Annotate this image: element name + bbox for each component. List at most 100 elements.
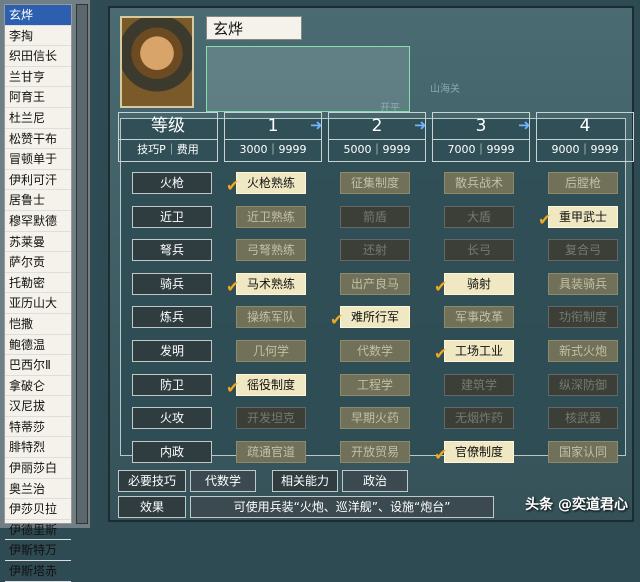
- ruler-list-item[interactable]: 奥兰治: [5, 479, 71, 500]
- level-header: 2 5000｜9999: [328, 112, 426, 162]
- ruler-sidebar: 玄烨 李掏 织田信长 兰甘亨 阿育王 杜兰尼 松赞干布 冒顿单于 伊利可汗 居鲁士 穆罕默德 苏莱曼萨…: [0, 0, 92, 582]
- sidebar-scrollbar[interactable]: [76, 4, 88, 524]
- tech-button[interactable]: 难所行军: [340, 306, 410, 329]
- related-ability-label: 相关能力: [272, 470, 338, 492]
- ruler-list-item[interactable]: 巴西尔Ⅱ: [5, 355, 71, 376]
- ruler-list-item[interactable]: 兰甘亨: [5, 67, 71, 88]
- ruler-list-item[interactable]: 居鲁士: [5, 190, 71, 211]
- ruler-list-item[interactable]: 拿破仑: [5, 376, 71, 397]
- tech-button[interactable]: 弓弩熟练: [236, 239, 306, 262]
- tech-button[interactable]: 建筑学: [444, 373, 514, 396]
- tech-button[interactable]: 还射: [340, 239, 410, 262]
- tech-button[interactable]: 代数学: [340, 340, 410, 362]
- level-cost: 9000｜9999: [537, 139, 633, 160]
- tech-button[interactable]: 重甲武士: [548, 205, 618, 228]
- level-header: 3 7000｜9999: [432, 112, 530, 162]
- ruler-list-item[interactable]: 汉尼拔: [5, 396, 71, 417]
- category-label: 近卫: [132, 205, 212, 228]
- tech-button[interactable]: 骑射: [444, 272, 514, 295]
- tech-button[interactable]: 大盾: [444, 205, 514, 228]
- tech-button[interactable]: 开放贸易: [340, 440, 410, 463]
- ruler-list-item[interactable]: 亚历山大: [5, 293, 71, 314]
- ruler-list-item[interactable]: 特蒂莎: [5, 417, 71, 438]
- ruler-list-item[interactable]: 穆罕默德: [5, 211, 71, 232]
- ruler-list-item[interactable]: 托勒密: [5, 273, 71, 294]
- checkmark-icon: ✔: [226, 276, 240, 296]
- ruler-list-item[interactable]: 伊斯特万: [5, 540, 71, 562]
- category-label: 火枪: [132, 172, 212, 194]
- tech-button[interactable]: 征集制度: [340, 172, 410, 194]
- ruler-list-item[interactable]: 伊德里斯: [5, 520, 71, 541]
- ruler-list-item[interactable]: 腓特烈: [5, 437, 71, 459]
- header-subtitle: 技巧P｜费用: [119, 139, 217, 160]
- tech-button[interactable]: 开发坦克: [236, 407, 306, 430]
- tech-button[interactable]: 马术熟练: [236, 272, 306, 295]
- tech-button[interactable]: 复合弓: [548, 239, 618, 262]
- ruler-list-item[interactable]: 杜兰尼: [5, 108, 71, 129]
- checkmark-icon: ✔: [226, 377, 240, 397]
- tech-button[interactable]: 国家认同: [548, 440, 618, 463]
- ruler-list-item[interactable]: 阿育王: [5, 87, 71, 108]
- tech-button[interactable]: 早期火药: [340, 407, 410, 430]
- tech-button[interactable]: 散兵战术: [444, 172, 514, 194]
- tech-button[interactable]: 无烟炸药: [444, 407, 514, 430]
- category-label: 防卫: [132, 373, 212, 396]
- level-cost: 5000｜9999: [329, 139, 425, 160]
- ruler-portrait: [120, 16, 194, 108]
- level-number: 1: [267, 116, 279, 136]
- tech-button[interactable]: 新式火炮: [548, 340, 618, 362]
- category-label: 火攻: [132, 407, 212, 430]
- level-number: 3: [475, 116, 487, 136]
- tech-button[interactable]: 军事改革: [444, 306, 514, 329]
- header-title-cell: 等级 技巧P｜费用: [118, 112, 218, 162]
- ruler-list-item[interactable]: 萨尔贡: [5, 252, 71, 273]
- tech-button[interactable]: 箭盾: [340, 205, 410, 228]
- ruler-list-item[interactable]: 李掏: [5, 26, 71, 47]
- checkmark-icon: ✔: [434, 344, 448, 363]
- map-labels: 山海关 开平: [380, 80, 460, 114]
- tech-button[interactable]: 后膛枪: [548, 172, 618, 194]
- tech-button[interactable]: 徭役制度: [236, 373, 306, 396]
- category-label: 内政: [132, 440, 212, 463]
- ruler-list-item[interactable]: 苏莱曼: [5, 232, 71, 253]
- level-cost: 3000｜9999: [225, 139, 321, 160]
- ruler-list-item[interactable]: 鲍德温: [5, 335, 71, 356]
- tech-button[interactable]: 几何学: [236, 340, 306, 362]
- level-header: 1 3000｜9999: [224, 112, 322, 162]
- ruler-list-item[interactable]: 伊莎贝拉: [5, 499, 71, 520]
- tech-button[interactable]: 具装骑兵: [548, 272, 618, 295]
- related-ability-value: 政治: [342, 470, 408, 492]
- tech-button[interactable]: 出产良马: [340, 272, 410, 295]
- tech-button[interactable]: 功衔制度: [548, 306, 618, 329]
- level-number: 2: [371, 116, 383, 136]
- checkmark-icon: ✔: [226, 176, 240, 195]
- ruler-list-item[interactable]: 伊利可汗: [5, 170, 71, 191]
- ruler-list[interactable]: 玄烨 李掏 织田信长 兰甘亨 阿育王 杜兰尼 松赞干布 冒顿单于 伊利可汗 居鲁士 穆罕默德 苏莱曼萨…: [4, 4, 72, 582]
- checkmark-icon: ✔: [538, 209, 552, 229]
- ruler-list-item[interactable]: 冒顿单于: [5, 149, 71, 170]
- ruler-list-item[interactable]: 玄烨: [5, 5, 71, 26]
- ruler-list-item[interactable]: 织田信长: [5, 46, 71, 67]
- effect-label: 效果: [118, 496, 186, 518]
- ruler-list-item[interactable]: 伊斯塔赤: [5, 561, 71, 582]
- ruler-list-item[interactable]: 恺撒: [5, 314, 71, 335]
- tech-button[interactable]: 官僚制度: [444, 440, 514, 463]
- category-label: 炼兵: [132, 306, 212, 329]
- ruler-list-item[interactable]: 松赞干布: [5, 129, 71, 150]
- checkmark-icon: ✔: [434, 276, 448, 296]
- tech-button[interactable]: 疏通官道: [236, 440, 306, 463]
- required-skill-value: 代数学: [190, 470, 256, 492]
- tech-button[interactable]: 纵深防御: [548, 373, 618, 396]
- tech-button[interactable]: 核武器: [548, 407, 618, 430]
- checkmark-icon: ✔: [330, 310, 344, 330]
- tech-button[interactable]: 操练军队: [236, 306, 306, 329]
- tech-button[interactable]: 工程学: [340, 373, 410, 396]
- required-skill-label: 必要技巧: [118, 470, 186, 492]
- tech-button[interactable]: 长弓: [444, 239, 514, 262]
- watermark: 头条 @奕道君心: [525, 497, 628, 513]
- map-label: 山海关: [430, 84, 460, 95]
- tech-button[interactable]: 近卫熟练: [236, 205, 306, 228]
- tech-button[interactable]: 火枪熟练: [236, 172, 306, 194]
- ruler-list-item[interactable]: 伊丽莎白: [5, 458, 71, 479]
- tech-button[interactable]: 工场工业: [444, 340, 514, 362]
